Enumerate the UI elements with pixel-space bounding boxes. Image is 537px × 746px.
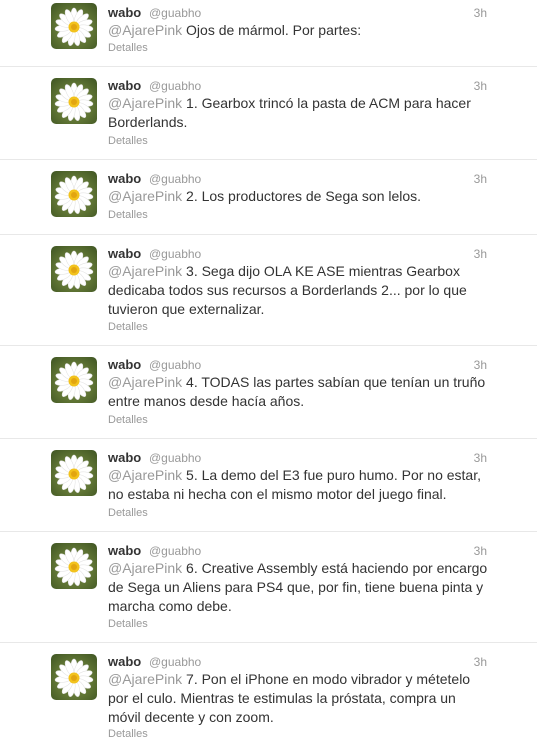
tweet-text: @AjarePink Ojos de mármol. Por partes: — [108, 21, 491, 40]
tweet-header: wabo @guabho 3h — [108, 5, 537, 22]
user-handle[interactable]: @guabho — [149, 6, 201, 20]
avatar[interactable] — [51, 171, 97, 217]
mention-link[interactable]: @AjarePink — [108, 560, 182, 576]
tweet-time[interactable]: 3h — [474, 172, 487, 186]
tweet[interactable]: wabo @guabho 3h @AjarePink 3. Sega dijo … — [0, 235, 537, 346]
user-name[interactable]: wabo — [108, 357, 141, 372]
tweet-time[interactable]: 3h — [474, 6, 487, 20]
tweet-time[interactable]: 3h — [474, 79, 487, 93]
details-link[interactable]: Detalles — [108, 321, 148, 333]
avatar[interactable] — [51, 543, 97, 589]
tweet-header: wabo @guabho 3h — [108, 357, 537, 374]
tweet-header: wabo @guabho 3h — [108, 78, 537, 95]
daisy-icon — [54, 547, 94, 586]
tweet-body: 2. Los productores de Sega son lelos. — [182, 188, 422, 204]
tweet-header: wabo @guabho 3h — [108, 543, 537, 560]
user-handle[interactable]: @guabho — [149, 358, 201, 372]
daisy-icon — [54, 361, 94, 400]
user-name[interactable]: wabo — [108, 5, 141, 20]
avatar[interactable] — [51, 78, 97, 124]
details-link[interactable]: Detalles — [108, 507, 148, 519]
avatar[interactable] — [51, 246, 97, 292]
details-link[interactable]: Detalles — [108, 728, 148, 740]
tweet[interactable]: wabo @guabho 3h @AjarePink 5. La demo de… — [0, 439, 537, 532]
tweet-text: @AjarePink 1. Gearbox trincó la pasta de… — [108, 94, 491, 132]
tweet-text: @AjarePink 2. Los productores de Sega so… — [108, 187, 491, 206]
tweet-text: @AjarePink 5. La demo del E3 fue puro hu… — [108, 466, 491, 504]
user-handle[interactable]: @guabho — [149, 655, 201, 669]
mention-link[interactable]: @AjarePink — [108, 22, 182, 38]
user-handle[interactable]: @guabho — [149, 172, 201, 186]
daisy-icon — [54, 175, 94, 214]
daisy-icon — [54, 454, 94, 493]
tweet-header: wabo @guabho 3h — [108, 450, 537, 467]
mention-link[interactable]: @AjarePink — [108, 95, 182, 111]
mention-link[interactable]: @AjarePink — [108, 263, 182, 279]
avatar[interactable] — [51, 357, 97, 403]
details-link[interactable]: Detalles — [108, 135, 148, 147]
daisy-icon — [54, 658, 94, 697]
tweet-timeline: wabo @guabho 3h @AjarePink Ojos de mármo… — [0, 0, 537, 746]
tweet[interactable]: wabo @guabho 3h @AjarePink 7. Pon el iPh… — [0, 643, 537, 746]
mention-link[interactable]: @AjarePink — [108, 374, 182, 390]
tweet[interactable]: wabo @guabho 3h @AjarePink Ojos de mármo… — [0, 0, 537, 67]
details-link[interactable]: Detalles — [108, 618, 148, 630]
avatar[interactable] — [51, 3, 97, 49]
details-link[interactable]: Detalles — [108, 42, 148, 54]
tweet[interactable]: wabo @guabho 3h @AjarePink 4. TODAS las … — [0, 346, 537, 439]
details-link[interactable]: Detalles — [108, 209, 148, 221]
tweet-body: Ojos de mármol. Por partes: — [182, 22, 362, 38]
user-handle[interactable]: @guabho — [149, 451, 201, 465]
user-name[interactable]: wabo — [108, 654, 141, 669]
user-handle[interactable]: @guabho — [149, 79, 201, 93]
user-handle[interactable]: @guabho — [149, 544, 201, 558]
tweet-time[interactable]: 3h — [474, 358, 487, 372]
tweet-text: @AjarePink 6. Creative Assembly está hac… — [108, 559, 491, 616]
tweet[interactable]: wabo @guabho 3h @AjarePink 2. Los produc… — [0, 160, 537, 235]
tweet[interactable]: wabo @guabho 3h @AjarePink 1. Gearbox tr… — [0, 67, 537, 160]
tweet[interactable]: wabo @guabho 3h @AjarePink 6. Creative A… — [0, 532, 537, 643]
daisy-icon — [54, 7, 94, 46]
tweet-text: @AjarePink 3. Sega dijo OLA KE ASE mient… — [108, 262, 491, 319]
avatar[interactable] — [51, 654, 97, 700]
tweet-time[interactable]: 3h — [474, 247, 487, 261]
daisy-icon — [54, 250, 94, 289]
tweet-text: @AjarePink 4. TODAS las partes sabían qu… — [108, 373, 491, 411]
tweet-header: wabo @guabho 3h — [108, 654, 537, 671]
mention-link[interactable]: @AjarePink — [108, 467, 182, 483]
mention-link[interactable]: @AjarePink — [108, 671, 182, 687]
user-name[interactable]: wabo — [108, 78, 141, 93]
tweet-header: wabo @guabho 3h — [108, 171, 537, 188]
user-name[interactable]: wabo — [108, 450, 141, 465]
mention-link[interactable]: @AjarePink — [108, 188, 182, 204]
user-handle[interactable]: @guabho — [149, 247, 201, 261]
avatar[interactable] — [51, 450, 97, 496]
tweet-time[interactable]: 3h — [474, 544, 487, 558]
details-link[interactable]: Detalles — [108, 414, 148, 426]
tweet-time[interactable]: 3h — [474, 451, 487, 465]
user-name[interactable]: wabo — [108, 246, 141, 261]
daisy-icon — [54, 82, 94, 121]
tweet-time[interactable]: 3h — [474, 655, 487, 669]
tweet-header: wabo @guabho 3h — [108, 246, 537, 263]
user-name[interactable]: wabo — [108, 543, 141, 558]
tweet-text: @AjarePink 7. Pon el iPhone en modo vibr… — [108, 670, 491, 727]
user-name[interactable]: wabo — [108, 171, 141, 186]
